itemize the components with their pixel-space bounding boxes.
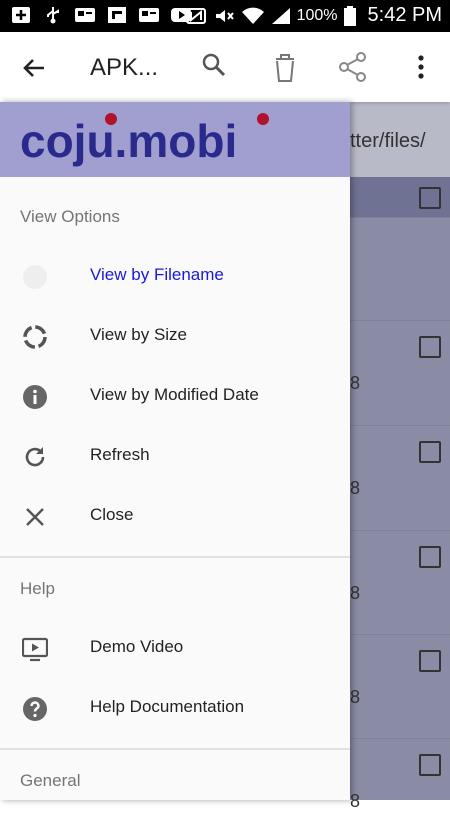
search-icon[interactable] (198, 50, 232, 84)
notification-icons (10, 6, 192, 24)
menu-item-label: Close (90, 505, 134, 524)
list-item[interactable]: 8 (350, 320, 450, 421)
share-icon[interactable] (336, 50, 370, 84)
logo-dot (105, 113, 117, 125)
app-bar: APK... (0, 32, 450, 102)
row-value: 8 (350, 373, 361, 393)
list-item[interactable]: 8 (350, 530, 450, 631)
help-icon (23, 697, 47, 721)
logo-banner: coju.mobi (0, 102, 350, 177)
row-checkbox[interactable] (419, 441, 441, 463)
menu-item-view-by-modified-date[interactable]: View by Modified Date (0, 367, 350, 427)
list-item[interactable] (350, 217, 450, 318)
row-value: 8 (350, 478, 361, 498)
wifi-icon (241, 7, 264, 24)
row-value: 8 (350, 583, 361, 603)
add-box-icon (12, 7, 30, 23)
refresh-icon (25, 447, 45, 467)
usb-icon (47, 7, 59, 24)
row-checkbox[interactable] (419, 546, 441, 568)
menu-item-view-by-filename[interactable]: View by Filename (0, 247, 350, 307)
close-icon (26, 508, 44, 526)
app-title: APK... (90, 54, 159, 81)
menu-item-view-by-size[interactable]: View by Size (0, 307, 350, 367)
menu-item-label: Help Documentation (90, 697, 245, 716)
card-icon (75, 8, 95, 22)
trash-icon[interactable] (268, 50, 302, 84)
battery-icon (343, 5, 356, 26)
status-bar: 100% 5:42 PM (0, 0, 450, 32)
row-checkbox[interactable] (419, 650, 441, 672)
list-header (350, 177, 450, 217)
menu-item-refresh[interactable]: Refresh (0, 427, 350, 487)
signal-icon (271, 7, 290, 24)
back-arrow-icon[interactable] (20, 54, 48, 82)
path-text: tter/files/ (350, 130, 426, 152)
row-value: 8 (350, 687, 361, 707)
flipboard-icon (108, 7, 126, 23)
select-all-checkbox[interactable] (419, 187, 441, 209)
section-general: General (20, 771, 81, 790)
row-checkbox[interactable] (419, 336, 441, 358)
list-item[interactable]: 8 (350, 738, 450, 839)
navigation-drawer: coju.mobi View Options View by Filename … (0, 102, 350, 800)
menu-item-label: View by Filename (90, 265, 224, 284)
menu-item-demo-video[interactable]: Demo Video (0, 619, 350, 679)
clock: 5:42 PM (367, 4, 442, 26)
logo-text: coju.mobi (20, 115, 237, 167)
play-screen-icon (22, 637, 48, 662)
card-icon-2 (139, 8, 159, 22)
info-icon (23, 385, 47, 409)
menu-item-label: Demo Video (90, 637, 184, 656)
battery-percent: 100% (296, 6, 338, 24)
menu-item-label: Refresh (90, 445, 150, 464)
divider (0, 556, 350, 558)
path-bar: tter/files/ (350, 102, 450, 177)
overflow-menu-icon[interactable] (404, 50, 438, 84)
section-help: Help (20, 579, 55, 598)
divider (0, 748, 350, 750)
nfc-icon (185, 7, 206, 24)
info-icon (23, 265, 47, 289)
row-checkbox[interactable] (419, 754, 441, 776)
menu-item-help-documentation[interactable]: Help Documentation (0, 679, 350, 739)
menu-item-label: View by Modified Date (90, 385, 259, 404)
donut-icon (23, 325, 47, 349)
system-icons: 100% 5:42 PM (185, 4, 442, 27)
mute-icon (215, 9, 234, 22)
menu-item-label: View by Size (90, 325, 188, 344)
section-view-options: View Options (20, 207, 120, 226)
row-value: 8 (350, 791, 361, 811)
logo-dot (257, 113, 269, 125)
menu-item-close[interactable]: Close (0, 487, 350, 547)
list-item[interactable]: 8 (350, 634, 450, 735)
list-item[interactable]: 8 (350, 425, 450, 526)
coju-mobi-logo: coju.mobi (20, 113, 269, 167)
